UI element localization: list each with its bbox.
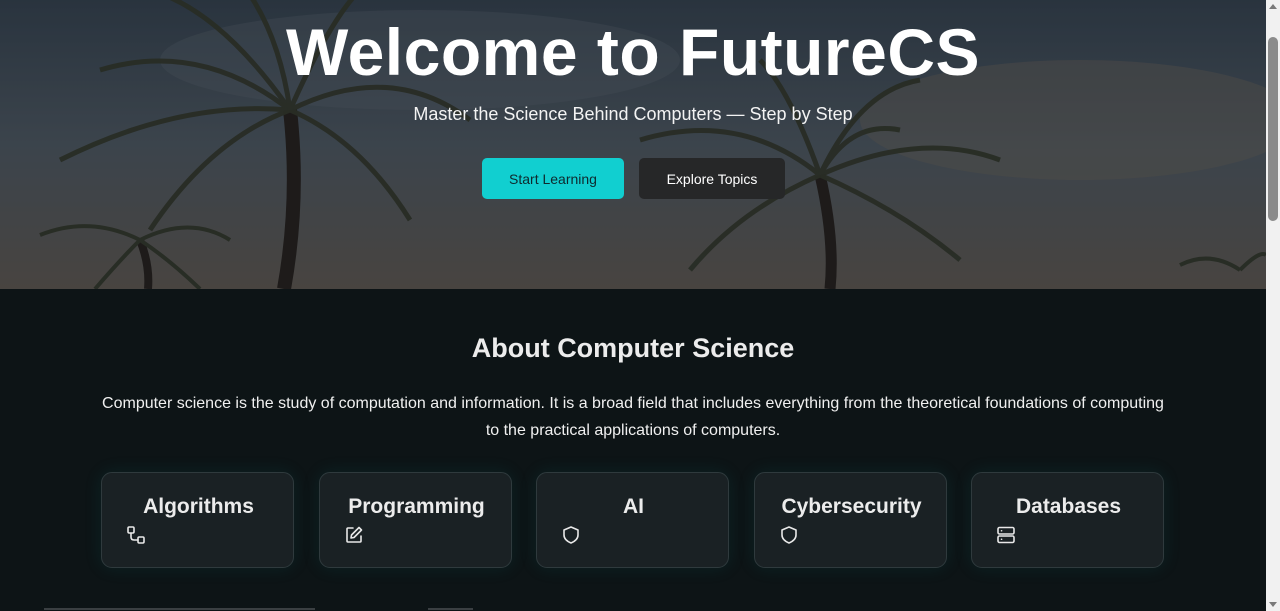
server-icon: [996, 525, 1016, 545]
topic-card-algorithms[interactable]: Algorithms: [101, 472, 294, 568]
hero-subtitle: Master the Science Behind Computers — St…: [413, 104, 853, 124]
topic-card-title: Databases: [1015, 495, 1122, 518]
topic-card-title: Algorithms: [143, 495, 254, 518]
about-description: Computer science is the study of computa…: [102, 395, 1164, 439]
about-title: About Computer Science: [471, 333, 795, 363]
divider: [428, 608, 473, 610]
scrollbar-thumb[interactable]: [1268, 37, 1278, 221]
scroll-down-arrow-icon[interactable]: [1269, 602, 1277, 607]
scroll-up-arrow-icon[interactable]: [1269, 4, 1277, 9]
topic-card-cybersecurity[interactable]: Cybersecurity: [754, 472, 947, 568]
shield-icon: [561, 525, 581, 545]
hero-title: Welcome to FutureCS: [285, 15, 981, 89]
topic-card-title: Programming: [348, 495, 485, 518]
page: Welcome to FutureCS Master the Science B…: [0, 0, 1280, 611]
topic-card-title: AI: [623, 495, 644, 518]
explore-topics-button[interactable]: Explore Topics: [639, 158, 785, 199]
topic-card-programming[interactable]: Programming: [319, 472, 512, 568]
hero-section: Welcome to FutureCS Master the Science B…: [0, 0, 1266, 289]
about-section: About Computer Science Computer science …: [0, 289, 1266, 611]
divider: [44, 608, 315, 610]
page-scrollbar[interactable]: [1266, 0, 1280, 611]
shield-icon: [779, 525, 799, 545]
start-learning-button[interactable]: Start Learning: [482, 158, 624, 199]
edit-icon: [344, 525, 364, 545]
topic-card-title: Cybersecurity: [781, 495, 922, 518]
flow-icon: [126, 525, 146, 545]
topic-card-databases[interactable]: Databases: [971, 472, 1164, 568]
topic-card-ai[interactable]: AI: [536, 472, 729, 568]
